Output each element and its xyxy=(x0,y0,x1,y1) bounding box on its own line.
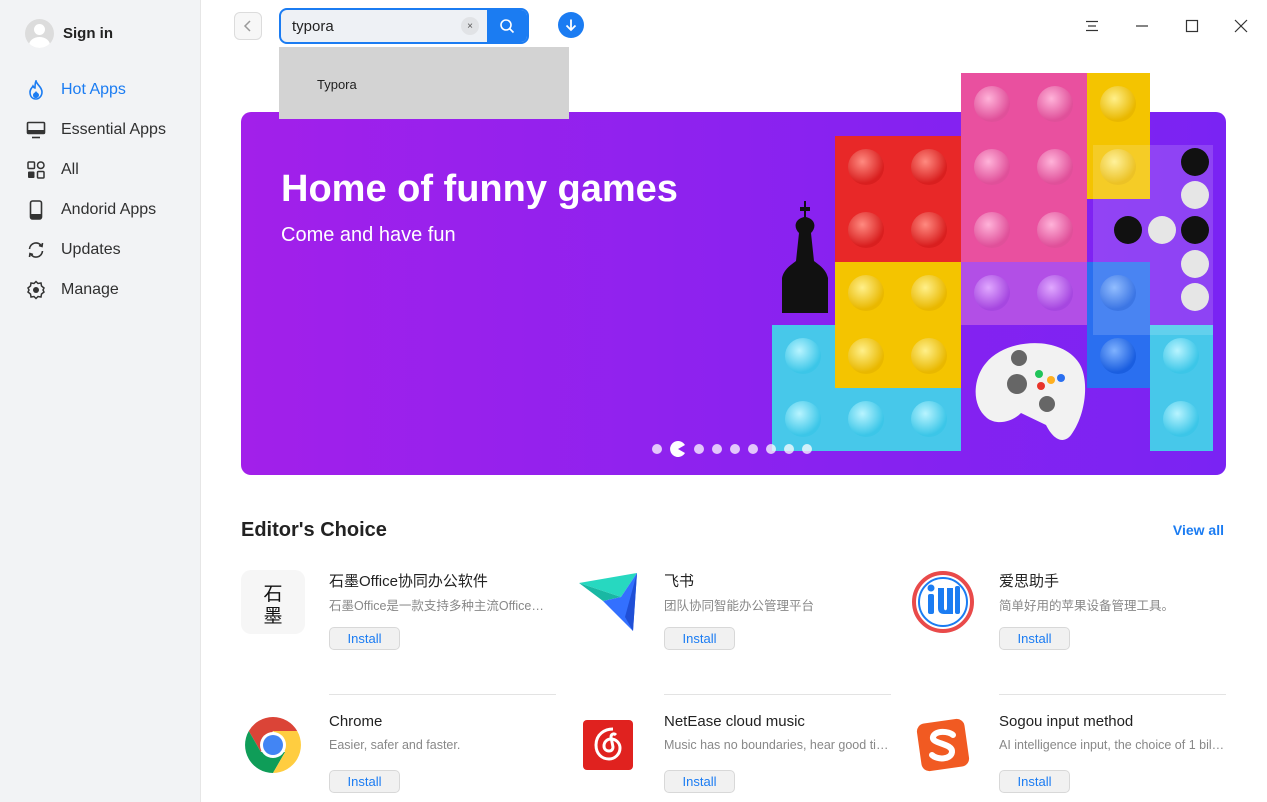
carousel-dots xyxy=(652,441,812,457)
go-board xyxy=(1093,145,1213,335)
refresh-icon xyxy=(25,239,47,261)
app-card[interactable]: 石墨 石墨Office协同办公软件 石墨Office是一款支持多种主流Offic… xyxy=(241,570,555,680)
app-description: AI intelligence input, the choice of 1 b… xyxy=(999,738,1225,752)
app-card[interactable]: 飞书 团队协同智能办公管理平台 Install xyxy=(576,570,886,680)
app-card[interactable]: 爱思助手 简单好用的苹果设备管理工具。 Install xyxy=(911,570,1221,680)
sidebar-nav: Hot Apps Essential Apps All Andorid Apps… xyxy=(25,70,195,310)
sidebar-item-hot-apps[interactable]: Hot Apps xyxy=(25,70,195,110)
game-blocks-illustration xyxy=(772,73,1213,451)
search-input[interactable] xyxy=(281,10,461,42)
carousel-dot[interactable] xyxy=(712,444,722,454)
sidebar-item-essential-apps[interactable]: Essential Apps xyxy=(25,110,195,150)
menu-icon xyxy=(1086,20,1098,32)
carousel-dot[interactable] xyxy=(802,444,812,454)
search-box: × xyxy=(279,8,529,44)
sidebar-item-label: Manage xyxy=(61,281,119,298)
download-icon xyxy=(565,19,577,32)
back-button[interactable] xyxy=(234,12,262,40)
avatar xyxy=(25,19,54,48)
netease-music-icon xyxy=(576,713,640,777)
close-icon xyxy=(1234,19,1248,33)
sidebar-item-manage[interactable]: Manage xyxy=(25,270,195,310)
feishu-icon xyxy=(576,570,640,634)
install-button[interactable]: Install xyxy=(999,627,1070,650)
banner-title: Home of funny games xyxy=(281,168,678,210)
flame-icon xyxy=(25,79,47,101)
app-description: Easier, safer and faster. xyxy=(329,738,461,752)
sidebar-item-label: Hot Apps xyxy=(61,81,126,98)
maximize-icon xyxy=(1185,19,1199,33)
download-button[interactable] xyxy=(558,12,584,38)
app-description: 简单好用的苹果设备管理工具。 xyxy=(999,599,1175,613)
app-name: NetEase cloud music xyxy=(664,713,805,730)
carousel-dot[interactable] xyxy=(766,444,776,454)
section-title: Editor's Choice xyxy=(241,519,387,541)
menu-button[interactable] xyxy=(1080,14,1104,38)
app-name: 爱思助手 xyxy=(999,573,1060,590)
search-button[interactable] xyxy=(487,10,527,42)
monitor-icon xyxy=(25,119,47,141)
gear-icon xyxy=(25,279,47,301)
divider xyxy=(999,694,1226,695)
app-description: Music has no boundaries, hear good times xyxy=(664,738,890,752)
minimize-button[interactable] xyxy=(1130,14,1154,38)
install-button[interactable]: Install xyxy=(999,770,1070,793)
app-name: Chrome xyxy=(329,713,383,730)
carousel-dot[interactable] xyxy=(748,444,758,454)
carousel-dot[interactable] xyxy=(652,444,662,454)
divider xyxy=(329,694,556,695)
sidebar-item-android-apps[interactable]: Andorid Apps xyxy=(25,190,195,230)
view-all-link[interactable]: View all xyxy=(1173,522,1224,538)
app-description: 团队协同智能办公管理平台 xyxy=(664,599,815,613)
app-name: Sogou input method xyxy=(999,713,1134,730)
carousel-dot-active[interactable] xyxy=(670,441,686,457)
clear-icon[interactable]: × xyxy=(461,17,479,35)
app-card[interactable]: Chrome Easier, safer and faster. Install xyxy=(241,713,551,802)
sogou-icon xyxy=(911,713,975,777)
maximize-button[interactable] xyxy=(1180,14,1204,38)
chevron-left-icon xyxy=(243,20,251,32)
close-button[interactable] xyxy=(1229,14,1253,38)
app-card[interactable]: NetEase cloud music Music has no boundar… xyxy=(576,713,890,802)
sidebar-item-label: Updates xyxy=(61,241,121,258)
sign-in-button[interactable]: Sign in xyxy=(25,19,113,48)
search-suggestions: Typora xyxy=(279,47,569,119)
gamepad-icon xyxy=(975,343,1086,440)
app-card[interactable]: Sogou input method AI intelligence input… xyxy=(911,713,1225,802)
i4-icon xyxy=(911,570,975,634)
sidebar: Sign in Hot Apps Essential Apps All Ando… xyxy=(0,0,201,802)
sidebar-item-label: Andorid Apps xyxy=(61,201,157,218)
search-icon xyxy=(500,19,515,34)
banner-subtitle: Come and have fun xyxy=(281,224,456,246)
install-button[interactable]: Install xyxy=(664,627,735,650)
carousel-dot[interactable] xyxy=(694,444,704,454)
install-button[interactable]: Install xyxy=(329,627,400,650)
sidebar-item-updates[interactable]: Updates xyxy=(25,230,195,270)
svg-text:石: 石 xyxy=(263,583,282,605)
app-name: 飞书 xyxy=(664,573,695,590)
sign-in-label: Sign in xyxy=(63,25,113,42)
phone-icon xyxy=(25,199,47,221)
chrome-icon xyxy=(241,713,305,777)
sidebar-item-label: All xyxy=(61,161,79,178)
sidebar-item-all[interactable]: All xyxy=(25,150,195,190)
app-description: 石墨Office是一款支持多种主流Office文档格式的协同办公软件 xyxy=(329,599,555,613)
install-button[interactable]: Install xyxy=(329,770,400,793)
carousel-dot[interactable] xyxy=(730,444,740,454)
install-button[interactable]: Install xyxy=(664,770,735,793)
divider xyxy=(664,694,891,695)
app-name: 石墨Office协同办公软件 xyxy=(329,573,488,590)
grid-icon xyxy=(25,159,47,181)
chess-king-icon xyxy=(782,201,828,313)
shimo-icon: 石墨 xyxy=(241,570,305,634)
carousel-dot[interactable] xyxy=(784,444,794,454)
suggestion-item[interactable]: Typora xyxy=(279,47,569,119)
svg-text:墨: 墨 xyxy=(263,605,282,624)
minimize-icon xyxy=(1136,25,1148,27)
sidebar-item-label: Essential Apps xyxy=(61,121,166,138)
